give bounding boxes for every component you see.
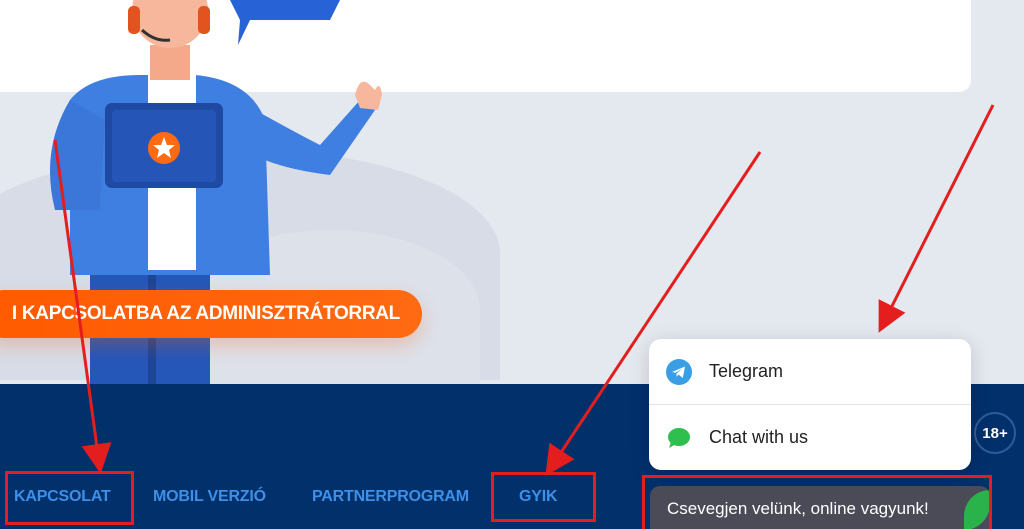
nav-link-mobile-version[interactable]: MOBIL VERZIÓ — [153, 488, 266, 506]
popup-item-chat[interactable]: Chat with us — [649, 405, 971, 470]
annotation-box — [642, 475, 992, 529]
hero-section: I KAPCSOLATBA AZ ADMINISZTRÁTORRAL — [0, 0, 1024, 385]
telegram-icon — [666, 358, 692, 385]
nav-link-partner-program[interactable]: PARTNERPROGRAM — [312, 488, 469, 506]
age-restriction-badge: 18+ — [974, 412, 1016, 454]
popup-item-telegram[interactable]: Telegram — [649, 339, 971, 404]
annotation-box — [5, 471, 134, 525]
contact-admin-button-label: I KAPCSOLATBA AZ ADMINISZTRÁTORRAL — [11, 303, 400, 324]
popup-item-label: Telegram — [709, 361, 784, 381]
contact-options-popup: Telegram Chat with us — [649, 339, 971, 470]
contact-admin-button[interactable]: I KAPCSOLATBA AZ ADMINISZTRÁTORRAL — [0, 290, 422, 338]
chat-bubble-icon — [668, 427, 690, 448]
popup-item-label: Chat with us — [709, 427, 809, 447]
annotation-box — [491, 472, 596, 522]
